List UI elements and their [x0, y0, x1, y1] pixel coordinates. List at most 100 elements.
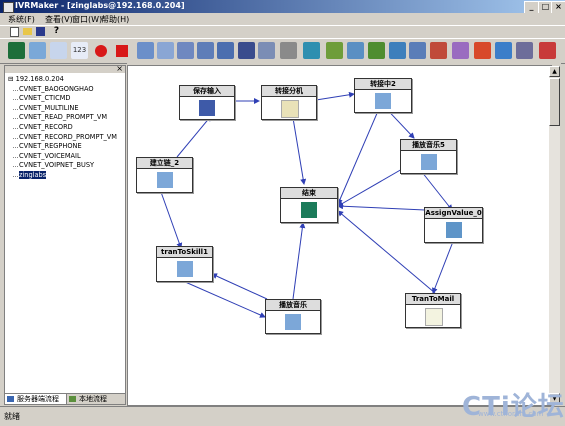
component-icon[interactable]: [368, 42, 385, 59]
component-icon[interactable]: [516, 42, 533, 59]
save-icon: [199, 100, 215, 116]
title-bar: IVRMaker - [zinglabs@192.168.0.204] _ □ …: [0, 0, 565, 14]
left-tabs: 服务器端流程 本地流程: [4, 393, 126, 405]
skill-icon: [176, 261, 193, 277]
tree-item[interactable]: CVNET_RECORD: [13, 123, 117, 133]
menu-window[interactable]: 窗口(W): [72, 14, 102, 25]
music-icon: [420, 154, 437, 170]
tab-local-flow[interactable]: 本地流程: [66, 393, 126, 405]
app-icon: [3, 2, 14, 13]
music-icon: [285, 314, 301, 330]
server-icon: [7, 396, 14, 402]
tree-item-selected[interactable]: zinglabs: [19, 170, 47, 179]
component-icon[interactable]: [137, 42, 154, 59]
component-icon[interactable]: [389, 42, 406, 59]
node-transferring2[interactable]: 转接中2: [354, 78, 412, 113]
save-icon[interactable]: [36, 27, 45, 36]
edge: [337, 110, 379, 205]
menu-view[interactable]: 查看(V): [45, 14, 73, 25]
pane-header: ×: [5, 64, 125, 73]
number-icon[interactable]: 123: [71, 42, 88, 59]
edge: [160, 191, 183, 249]
variable-icon[interactable]: [50, 42, 67, 59]
vertical-scrollbar[interactable]: ▲ ▼: [549, 66, 560, 404]
tree-item[interactable]: CVNET_MULTILINE: [13, 104, 117, 114]
scroll-up-button[interactable]: ▲: [549, 66, 560, 77]
component-icon[interactable]: [238, 42, 255, 59]
tree-root[interactable]: ⊟ 192.168.0.204: [8, 75, 106, 85]
close-pane-icon[interactable]: ×: [116, 64, 123, 73]
component-icon[interactable]: [539, 42, 556, 59]
switch-icon[interactable]: [29, 42, 46, 59]
watermark-url: www.ctiforum.com: [478, 410, 544, 418]
component-icon[interactable]: [347, 42, 364, 59]
node-establish-link2[interactable]: 建立链_2: [136, 157, 193, 193]
tree-item[interactable]: CVNET_READ_PROMPT_VM: [13, 113, 117, 123]
edge: [291, 111, 307, 185]
component-icon[interactable]: [474, 42, 491, 59]
edge: [211, 273, 268, 300]
edge: [432, 238, 455, 294]
node-title: 播放音乐: [266, 300, 320, 311]
component-icon[interactable]: [430, 42, 447, 59]
tree-item[interactable]: CVNET_BAOGONGHAO: [13, 85, 117, 95]
component-icon[interactable]: [409, 42, 426, 59]
node-title: 播放音乐5: [401, 140, 456, 151]
scroll-thumb[interactable]: [549, 78, 560, 126]
open-folder-icon[interactable]: [23, 28, 32, 35]
node-play-music5[interactable]: 播放音乐5: [400, 139, 457, 174]
flow-canvas[interactable]: 保存输入 转接分机 转接中2 播放音乐5 建立链_2 结束 AssignValu…: [127, 65, 552, 406]
node-title: AssignValue_0: [425, 208, 482, 219]
tree-item[interactable]: CVNET_VOIPNET_BUSY: [13, 161, 117, 171]
tree-item[interactable]: CVNET_REGPHONE: [13, 142, 117, 152]
component-icon[interactable]: [217, 42, 234, 59]
node-title: 保存输入: [180, 86, 234, 97]
node-title: 结束: [281, 188, 337, 199]
tree-item[interactable]: CVNET_RECORD_PROMPT_VM: [13, 133, 117, 143]
node-transfer-ext[interactable]: 转接分机: [261, 85, 317, 120]
node-title: 建立链_2: [137, 158, 192, 169]
edge: [315, 91, 355, 101]
node-title: tranToSkill1: [157, 247, 212, 258]
assign-icon: [445, 222, 462, 238]
node-play-music[interactable]: 播放音乐: [265, 299, 321, 334]
tree-item[interactable]: CVNET_VOICEMAIL: [13, 152, 117, 162]
menu-help[interactable]: 帮助(H): [101, 14, 129, 25]
component-icon[interactable]: [452, 42, 469, 59]
link-icon: [156, 172, 173, 188]
menu-bar: 系统(F) 查看(V) 窗口(W) 帮助(H): [0, 13, 565, 25]
component-icon[interactable]: [197, 42, 214, 59]
node-assign-value0[interactable]: AssignValue_0: [424, 207, 483, 243]
node-save-input[interactable]: 保存输入: [179, 85, 235, 120]
mail-icon: [425, 308, 443, 326]
node-title: TranToMail: [406, 294, 460, 305]
tree-item[interactable]: CVNET_CTICMD: [13, 94, 117, 104]
component-icon[interactable]: [157, 42, 174, 59]
edge: [176, 115, 212, 158]
connect-icon[interactable]: [8, 42, 25, 59]
component-icon[interactable]: [177, 42, 194, 59]
record-icon[interactable]: [95, 45, 107, 57]
menu-system[interactable]: 系统(F): [8, 14, 35, 25]
component-icon[interactable]: [495, 42, 512, 59]
component-icon[interactable]: [326, 42, 343, 59]
window-title: IVRMaker - [zinglabs@192.168.0.204]: [15, 1, 185, 10]
edge: [292, 222, 306, 300]
node-end[interactable]: 结束: [280, 187, 338, 223]
component-icon[interactable]: [258, 42, 275, 59]
local-icon: [69, 396, 76, 402]
new-file-icon[interactable]: [10, 27, 19, 37]
component-icon[interactable]: [280, 42, 297, 59]
stop-icon[interactable]: [116, 45, 128, 57]
component-toolbar: 123: [0, 38, 565, 64]
process-tree: ⊟ 192.168.0.204 CVNET_BAOGONGHAO CVNET_C…: [8, 75, 117, 181]
node-title: 转接中2: [355, 79, 411, 90]
edge: [337, 203, 426, 211]
node-tran-to-skill[interactable]: tranToSkill1: [156, 246, 213, 282]
edge: [337, 210, 436, 294]
help-icon[interactable]: ?: [52, 27, 61, 36]
node-title: 转接分机: [262, 86, 316, 97]
node-tran-to-mail[interactable]: TranToMail: [405, 293, 461, 328]
component-icon[interactable]: [303, 42, 320, 59]
phone-icon: [281, 100, 299, 118]
